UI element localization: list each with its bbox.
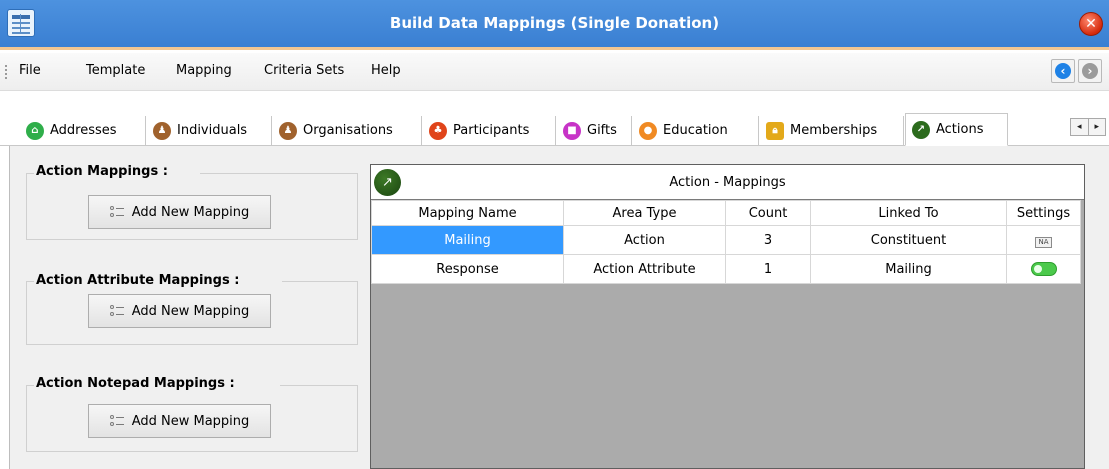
group-border xyxy=(26,281,34,282)
tab-participants[interactable]: ♣ Participants xyxy=(423,116,556,145)
table-row[interactable]: Mailing Action 3 Constituent NA xyxy=(371,225,1081,255)
menu-bar: File Template Mapping Criteria Sets Help… xyxy=(0,53,1109,91)
menu-template[interactable]: Template xyxy=(86,63,145,78)
linked-to-cell[interactable]: Constituent xyxy=(810,225,1007,255)
column-header[interactable]: Count xyxy=(725,200,811,226)
participants-icon: ♣ xyxy=(429,121,447,140)
add-action-attribute-mapping-button[interactable]: Add New Mapping xyxy=(88,294,271,328)
group-border xyxy=(26,173,34,174)
forward-button[interactable]: › xyxy=(1078,59,1102,83)
organisations-icon: ♟ xyxy=(279,121,297,140)
lock-icon: 🔒︎ xyxy=(766,121,784,140)
tab-education[interactable]: ● Education xyxy=(633,116,759,145)
tab-scroll-left-button[interactable]: ◂ xyxy=(1071,119,1088,135)
list-icon xyxy=(109,205,124,219)
toggle-switch-icon[interactable] xyxy=(1030,262,1057,276)
settings-cell[interactable]: NA xyxy=(1006,225,1081,255)
tab-label: Gifts xyxy=(587,123,617,138)
window-title: Build Data Mappings (Single Donation) xyxy=(389,14,720,32)
group-border xyxy=(280,385,358,386)
button-label: Add New Mapping xyxy=(131,303,250,319)
list-icon xyxy=(109,304,124,318)
linked-to-cell[interactable]: Mailing xyxy=(810,254,1007,284)
count-cell[interactable]: 1 xyxy=(725,254,811,284)
tab-label: Actions xyxy=(936,122,984,137)
action-notepad-mappings-title: Action Notepad Mappings : xyxy=(36,376,239,391)
button-label: Add New Mapping xyxy=(131,204,250,220)
column-header[interactable]: Mapping Name xyxy=(371,200,564,226)
individuals-icon: ♟ xyxy=(153,121,171,140)
addresses-icon: ⌂ xyxy=(26,121,44,140)
grid-header: ↗ Action - Mappings xyxy=(371,165,1084,200)
mapping-name-cell[interactable]: Response xyxy=(371,254,564,284)
action-mappings-title: Action Mappings : xyxy=(36,164,172,179)
add-action-notepad-mapping-button[interactable]: Add New Mapping xyxy=(88,404,271,438)
tab-label: Participants xyxy=(453,123,530,138)
action-attribute-mappings-title: Action Attribute Mappings : xyxy=(36,273,244,288)
area-type-cell[interactable]: Action xyxy=(563,225,726,255)
group-border xyxy=(282,281,358,282)
tab-addresses[interactable]: ⌂ Addresses xyxy=(20,116,146,145)
tab-label: Education xyxy=(663,123,728,138)
tab-actions[interactable]: ↗ Actions xyxy=(905,113,1008,146)
actions-icon: ↗ xyxy=(912,120,930,139)
forward-arrow-icon: › xyxy=(1082,63,1098,79)
menu-file[interactable]: File xyxy=(19,63,41,78)
tab-gifts[interactable]: ■ Gifts xyxy=(557,116,632,145)
group-border xyxy=(200,173,358,174)
back-arrow-icon: ‹ xyxy=(1055,63,1071,79)
close-button[interactable]: ✕ xyxy=(1079,12,1103,36)
na-badge-icon: NA xyxy=(1035,236,1052,248)
column-header[interactable]: Area Type xyxy=(563,200,726,226)
mappings-grid: ↗ Action - Mappings Mapping Name Area Ty… xyxy=(370,164,1085,469)
tab-label: Addresses xyxy=(50,123,117,138)
settings-cell[interactable] xyxy=(1006,254,1081,284)
column-header[interactable]: Linked To xyxy=(810,200,1007,226)
table-header-row: Mapping Name Area Type Count Linked To S… xyxy=(371,200,1081,226)
area-type-cell[interactable]: Action Attribute xyxy=(563,254,726,284)
back-button[interactable]: ‹ xyxy=(1051,59,1075,83)
toolbar-grip xyxy=(5,65,7,79)
tab-label: Individuals xyxy=(177,123,248,138)
education-icon: ● xyxy=(639,121,657,140)
tab-label: Memberships xyxy=(790,123,878,138)
tab-scroll-right-button[interactable]: ▸ xyxy=(1087,119,1106,135)
tab-label: Organisations xyxy=(303,123,393,138)
group-border xyxy=(26,385,34,386)
count-cell[interactable]: 3 xyxy=(725,225,811,255)
mappings-table: Mapping Name Area Type Count Linked To S… xyxy=(371,200,1081,284)
gifts-icon: ■ xyxy=(563,121,581,140)
menu-criteria-sets[interactable]: Criteria Sets xyxy=(264,63,344,78)
tab-organisations[interactable]: ♟ Organisations xyxy=(273,116,422,145)
list-icon xyxy=(109,414,124,428)
grid-title: Action - Mappings xyxy=(669,175,786,190)
mapping-name-cell[interactable]: Mailing xyxy=(371,225,564,255)
tab-memberships[interactable]: 🔒︎ Memberships xyxy=(760,116,904,145)
button-label: Add New Mapping xyxy=(131,413,250,429)
title-bar: Build Data Mappings (Single Donation) ✕ xyxy=(0,0,1109,50)
tab-scroll-arrows: ◂ ▸ xyxy=(1070,118,1106,136)
table-row[interactable]: Response Action Attribute 1 Mailing xyxy=(371,254,1081,284)
tab-individuals[interactable]: ♟ Individuals xyxy=(147,116,272,145)
add-action-mapping-button[interactable]: Add New Mapping xyxy=(88,195,271,229)
menu-mapping[interactable]: Mapping xyxy=(176,63,232,78)
menu-help[interactable]: Help xyxy=(371,63,401,78)
column-header[interactable]: Settings xyxy=(1006,200,1081,226)
